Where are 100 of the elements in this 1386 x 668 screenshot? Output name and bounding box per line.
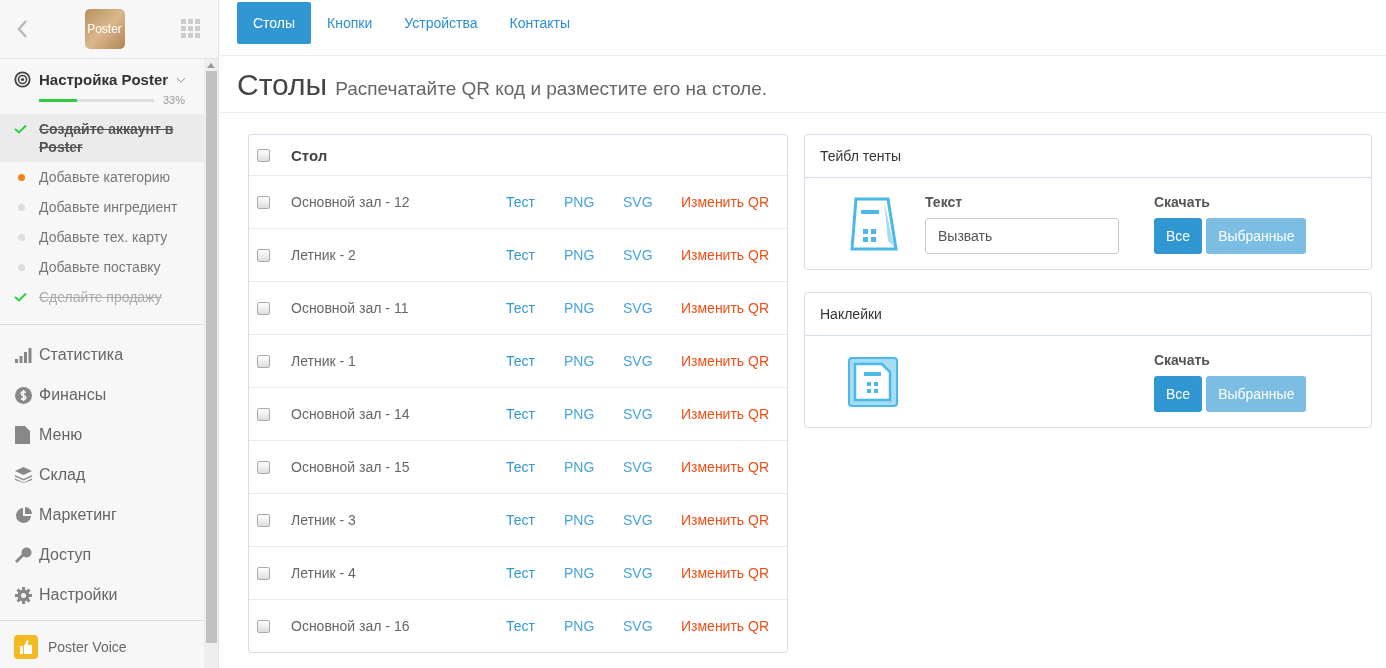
setup-step[interactable]: Добавьте тех. карту <box>0 222 204 252</box>
row-checkbox[interactable] <box>257 248 270 262</box>
download-label: Скачать <box>1154 194 1211 210</box>
tab[interactable]: Столы <box>237 2 312 44</box>
layers-icon <box>15 467 32 483</box>
download-link[interactable]: PNG <box>564 406 623 422</box>
thumbs-up-icon <box>14 635 38 659</box>
edit-qr-link[interactable]: Изменить QR <box>681 512 770 528</box>
tab[interactable]: Контакты <box>493 2 586 44</box>
download-link[interactable]: PNG <box>564 459 623 475</box>
download-link[interactable]: PNG <box>564 247 623 263</box>
chevron-down-icon[interactable] <box>176 76 187 83</box>
download-link[interactable]: Тест <box>506 512 564 528</box>
download-link[interactable]: Тест <box>506 565 564 581</box>
apps-grid-icon[interactable] <box>181 19 201 39</box>
gear-icon <box>15 586 32 604</box>
row-checkbox[interactable] <box>257 301 270 315</box>
download-link[interactable]: SVG <box>623 618 681 634</box>
download-link[interactable]: SVG <box>623 512 681 528</box>
download-link[interactable]: SVG <box>623 194 681 210</box>
page-title: Столы <box>237 68 328 102</box>
table-name: Основной зал - 15 <box>291 459 411 475</box>
progress-percent: 33% <box>163 94 186 106</box>
table-name: Летник - 3 <box>291 512 357 528</box>
download-link[interactable]: Тест <box>506 300 564 316</box>
nav-item[interactable]: Финансы <box>0 375 204 415</box>
table-name: Основной зал - 12 <box>291 194 411 210</box>
logo: Poster <box>84 9 125 49</box>
scrollbar[interactable] <box>204 59 218 668</box>
nav-item[interactable]: Статистика <box>0 335 204 375</box>
download-link[interactable]: Тест <box>506 618 564 634</box>
page-subtitle: Распечатайте QR код и разместите его на столе. <box>335 78 767 100</box>
table-name: Летник - 4 <box>291 565 357 581</box>
nav-item[interactable]: Маркетинг <box>0 495 204 535</box>
tab[interactable]: Устройства <box>388 2 494 44</box>
edit-qr-link[interactable]: Изменить QR <box>681 247 770 263</box>
table-tent-icon <box>847 197 898 251</box>
download-link[interactable]: Тест <box>506 194 564 210</box>
edit-qr-link[interactable]: Изменить QR <box>681 565 770 581</box>
sticker-icon <box>847 357 898 407</box>
download-link[interactable]: PNG <box>564 618 623 634</box>
nav-item[interactable]: Доступ <box>0 535 204 575</box>
text-input[interactable]: Вызвать <box>925 218 1119 254</box>
table-name: Основной зал - 11 <box>291 300 410 316</box>
card-title: Тейбл тенты <box>805 135 1371 178</box>
select-all-checkbox[interactable] <box>257 148 270 162</box>
edit-qr-link[interactable]: Изменить QR <box>681 406 770 422</box>
download-link[interactable]: Тест <box>506 353 564 369</box>
setup-step[interactable]: Добавьте ингредиент <box>0 192 204 222</box>
scroll-up-icon[interactable] <box>207 63 215 68</box>
download-link[interactable]: SVG <box>623 353 681 369</box>
table-name: Основной зал - 14 <box>291 406 411 422</box>
tab[interactable]: Кнопки <box>311 2 389 44</box>
download-link[interactable]: PNG <box>564 565 623 581</box>
row-checkbox[interactable] <box>257 407 270 421</box>
download-link[interactable]: PNG <box>564 300 623 316</box>
download-button[interactable]: Все <box>1154 218 1203 254</box>
key-icon <box>15 546 32 564</box>
download-link[interactable]: SVG <box>623 459 681 475</box>
setup-step[interactable]: Сделайте продажу <box>0 282 204 312</box>
download-link[interactable]: SVG <box>623 406 681 422</box>
setup-title[interactable]: Настройка Poster <box>39 71 169 88</box>
download-link[interactable]: SVG <box>623 565 681 581</box>
card-title: Наклейки <box>805 293 1371 336</box>
document-icon <box>15 426 30 444</box>
voice-item[interactable]: Poster Voice <box>0 621 204 668</box>
nav-item[interactable]: Настройки <box>0 575 204 615</box>
row-checkbox[interactable] <box>257 354 270 368</box>
edit-qr-link[interactable]: Изменить QR <box>681 300 770 316</box>
nav-item[interactable]: Склад <box>0 455 204 495</box>
download-button[interactable]: Все <box>1154 376 1203 412</box>
table-name: Основной зал - 16 <box>291 618 411 634</box>
row-checkbox[interactable] <box>257 619 270 633</box>
download-link[interactable]: PNG <box>564 512 623 528</box>
edit-qr-link[interactable]: Изменить QR <box>681 194 770 210</box>
download-button[interactable]: Выбранные <box>1206 376 1307 412</box>
download-link[interactable]: SVG <box>623 247 681 263</box>
download-link[interactable]: Тест <box>506 247 564 263</box>
column-header: Стол <box>291 146 328 164</box>
download-link[interactable]: Тест <box>506 459 564 475</box>
row-checkbox[interactable] <box>257 513 270 527</box>
setup-step[interactable]: Создайте аккаунт в Poster <box>0 114 204 162</box>
table-name: Летник - 1 <box>291 353 357 369</box>
nav-item[interactable]: Меню <box>0 415 204 455</box>
row-checkbox[interactable] <box>257 195 270 209</box>
row-checkbox[interactable] <box>257 460 270 474</box>
back-icon[interactable] <box>16 19 28 39</box>
dollar-icon <box>15 386 32 404</box>
field-label: Текст <box>925 194 964 210</box>
edit-qr-link[interactable]: Изменить QR <box>681 353 770 369</box>
row-checkbox[interactable] <box>257 566 270 580</box>
edit-qr-link[interactable]: Изменить QR <box>681 618 770 634</box>
download-button[interactable]: Выбранные <box>1206 218 1307 254</box>
download-link[interactable]: Тест <box>506 406 564 422</box>
setup-step[interactable]: Добавьте поставку <box>0 252 204 282</box>
download-link[interactable]: PNG <box>564 194 623 210</box>
edit-qr-link[interactable]: Изменить QR <box>681 459 770 475</box>
download-link[interactable]: PNG <box>564 353 623 369</box>
download-link[interactable]: SVG <box>623 300 681 316</box>
setup-step[interactable]: Добавьте категорию <box>0 162 204 192</box>
